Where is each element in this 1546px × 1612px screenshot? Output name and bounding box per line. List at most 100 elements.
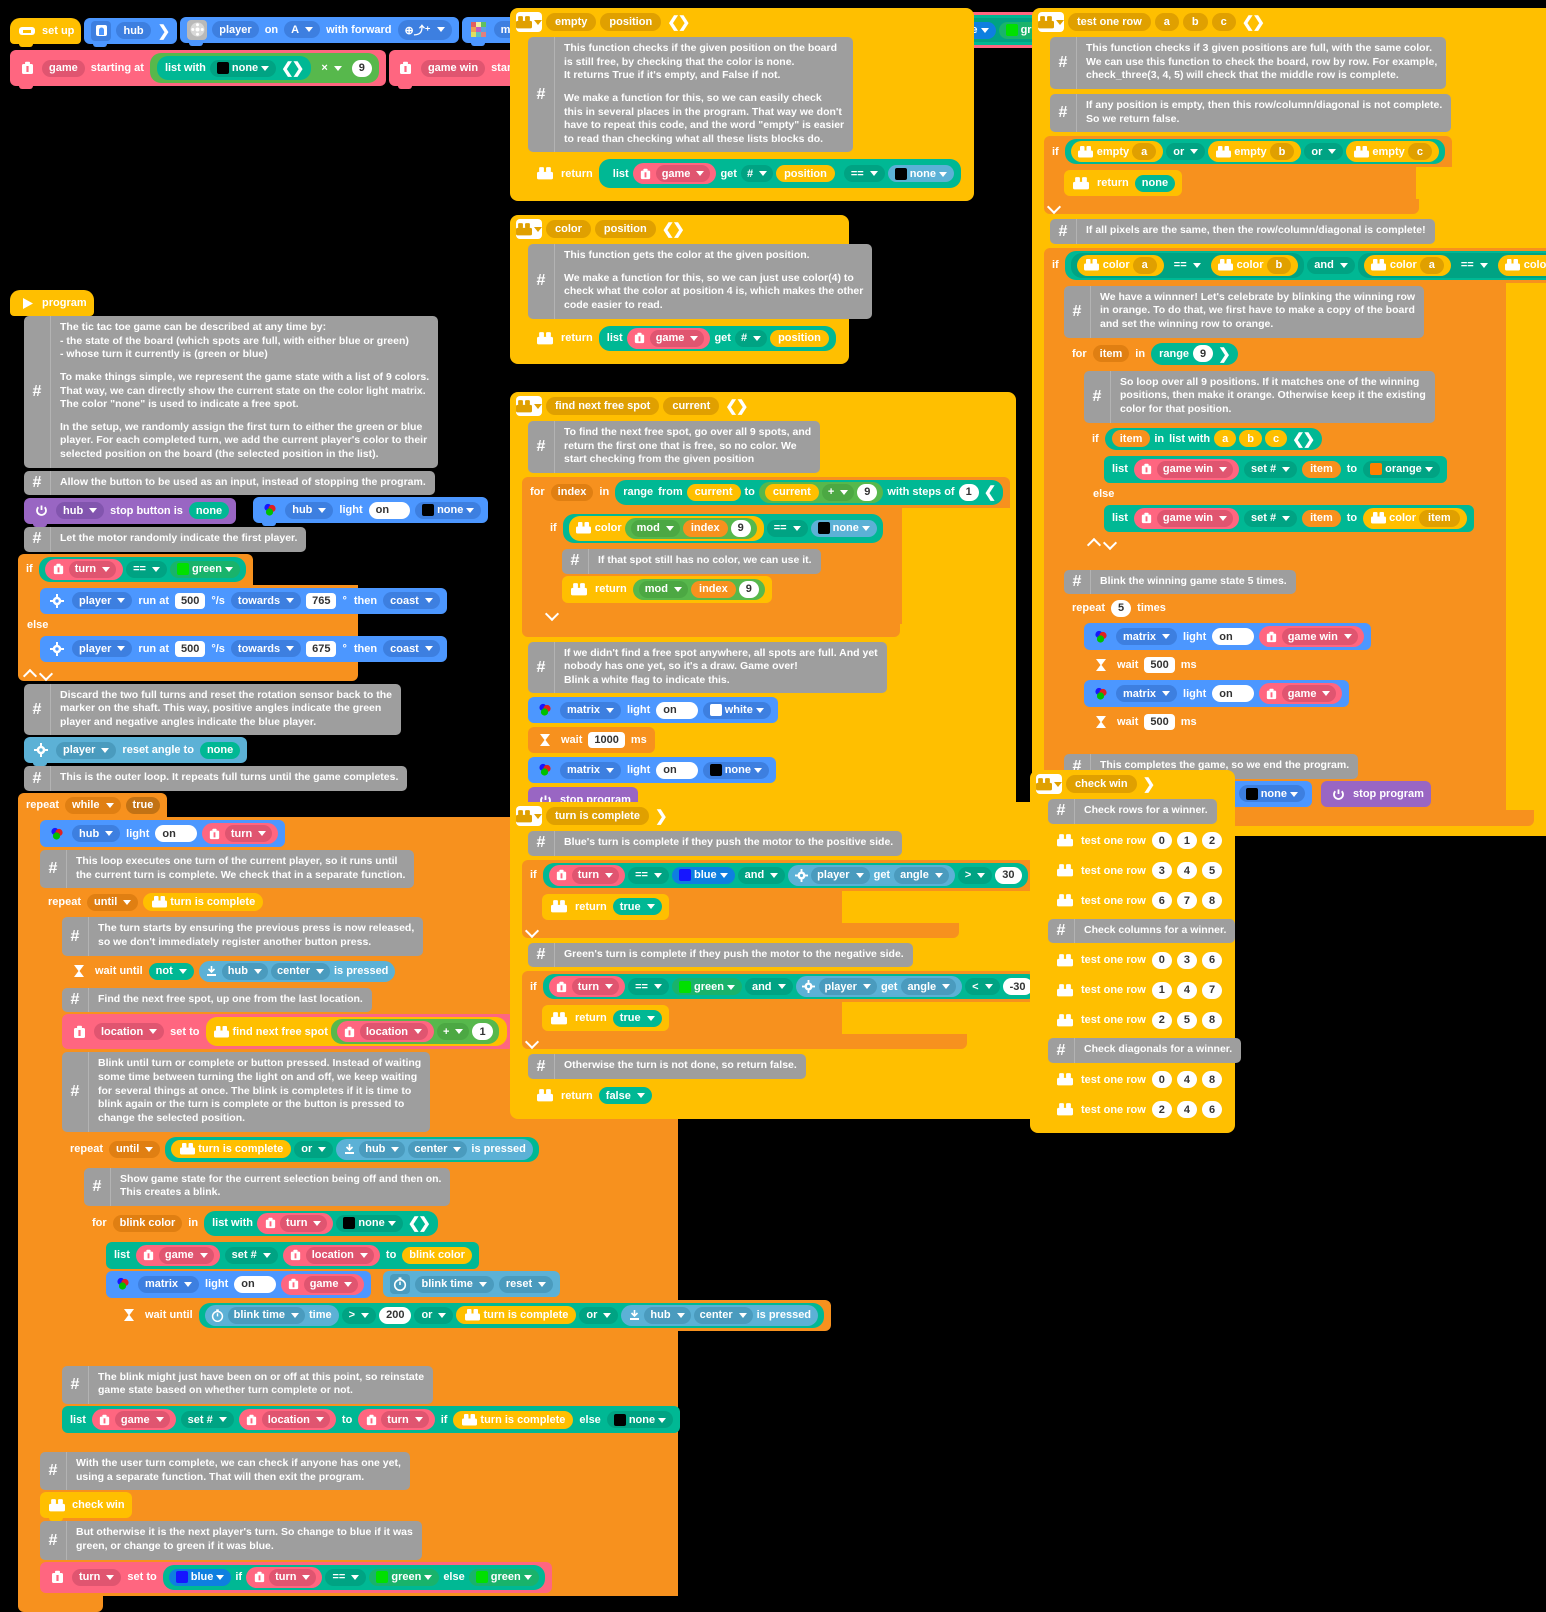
repeat-mode-dropdown[interactable]: until xyxy=(87,893,139,911)
matrix-target-dropdown[interactable]: matrix xyxy=(1116,685,1178,703)
turn-is-complete-call[interactable]: turn is complete xyxy=(171,1140,292,1159)
function-param-current[interactable]: current xyxy=(663,397,720,415)
loop-variable[interactable]: index xyxy=(550,483,594,501)
or-operator[interactable]: or xyxy=(414,1306,454,1324)
function-empty-header[interactable]: empty position ❮❯ xyxy=(516,12,690,32)
if-bar[interactable]: if turn == green xyxy=(18,553,253,585)
motor-dropdown[interactable]: player xyxy=(811,866,870,884)
arg-a[interactable]: 2 xyxy=(1151,1101,1172,1119)
motor-name-dropdown[interactable]: player xyxy=(72,592,133,610)
arg-a[interactable]: 6 xyxy=(1151,892,1172,910)
test-one-row-call-diag2[interactable]: test one row 2 4 6 xyxy=(1048,1096,1230,1123)
stop-mode-dropdown[interactable]: coast xyxy=(383,640,440,658)
turn-is-complete-call[interactable]: turn is complete xyxy=(453,1410,574,1429)
list-get-expression[interactable]: list game get # position xyxy=(605,161,841,187)
set-orange-block[interactable]: list game win set # item to orange xyxy=(1104,455,1447,483)
motor-run-block-1[interactable]: player run at 500 °/s towards 765 ° then… xyxy=(40,587,447,614)
multiply-operator[interactable]: × xyxy=(314,59,349,77)
add-param-icon[interactable]: ❮❯ xyxy=(660,220,685,238)
set-color-block[interactable]: list game win set # item to color item xyxy=(1104,504,1474,532)
and-operator[interactable]: and xyxy=(1307,256,1355,274)
arg-c[interactable]: 6 xyxy=(1202,951,1223,969)
turn-var-dropdown[interactable]: turn xyxy=(280,1214,328,1232)
game-variable[interactable]: game xyxy=(91,1409,176,1431)
or-operator[interactable]: or xyxy=(1166,143,1206,161)
for-item-bar[interactable]: for item in range 9 ❯ xyxy=(1064,339,1245,368)
add-number[interactable]: 1 xyxy=(472,1023,493,1041)
hub-light-turn-block[interactable]: hub light on turn xyxy=(40,820,286,848)
range-expression[interactable]: range 9 ❯ xyxy=(1151,342,1238,365)
program-hat-block[interactable]: program xyxy=(10,290,94,316)
reset-motor-dropdown[interactable]: player xyxy=(56,741,117,759)
setup-motor-port-dropdown[interactable]: A xyxy=(284,21,321,38)
wait-duration-input[interactable]: 1000 xyxy=(588,732,625,749)
function-icon[interactable] xyxy=(516,806,542,826)
turn-var-dropdown[interactable]: turn xyxy=(269,1568,317,1586)
test-one-row-call-diag1[interactable]: test one row 0 4 8 xyxy=(1048,1066,1230,1093)
none-label[interactable]: none xyxy=(833,522,870,534)
game-variable[interactable]: game xyxy=(280,1273,365,1295)
comparison-operator-2[interactable]: == xyxy=(1453,256,1495,274)
plus-operator[interactable]: + xyxy=(821,483,855,501)
param-a[interactable]: a xyxy=(1214,430,1237,448)
speed-input[interactable]: 500 xyxy=(174,592,206,609)
turn-is-complete-call[interactable]: turn is complete xyxy=(143,893,264,912)
function-test-row-header[interactable]: test one row a b c ❮❯ xyxy=(1038,12,1265,32)
color-none-item[interactable]: none xyxy=(209,59,277,77)
or-expression[interactable]: blink time time > 200 or turn is complet… xyxy=(198,1302,825,1328)
param-b[interactable]: b xyxy=(1269,143,1295,161)
and-expression[interactable]: color a == color b and color a == colo xyxy=(1064,250,1546,280)
reset-angle-block[interactable]: player reset angle to none xyxy=(24,737,248,767)
if-color-footer[interactable] xyxy=(542,605,842,621)
white-label[interactable]: white xyxy=(725,704,764,716)
location-variable[interactable]: location xyxy=(238,1409,336,1431)
expand-down-icon[interactable] xyxy=(526,923,539,936)
turn-var-dropdown[interactable]: turn xyxy=(68,560,117,578)
gamewin-variable[interactable]: game win xyxy=(1133,458,1240,480)
game-var-dropdown[interactable]: game xyxy=(1281,685,1337,703)
turn-var-dropdown[interactable]: turn xyxy=(224,825,273,843)
none-color-item[interactable]: none xyxy=(887,165,954,183)
arg-c[interactable]: 2 xyxy=(1202,832,1223,850)
none-label[interactable]: none xyxy=(910,168,947,180)
fn-color-return-block[interactable]: return list game get # position xyxy=(528,322,843,354)
empty-call-b[interactable]: empty b xyxy=(1208,141,1302,163)
game-variable[interactable]: game xyxy=(135,1244,220,1266)
list-set-blink-block[interactable]: list game set # location to blink color xyxy=(106,1241,479,1269)
setup-var-game[interactable]: game starting at list with none ❮❯ × 9 xyxy=(10,50,386,89)
mod-operator[interactable]: mod xyxy=(638,580,689,598)
if-bar[interactable]: if empty a or empty b or empty c xyxy=(1044,136,1452,168)
arg-b[interactable]: 5 xyxy=(1176,1011,1198,1029)
speed-input[interactable]: 500 xyxy=(174,640,206,657)
arg-b[interactable]: 4 xyxy=(1176,981,1198,999)
return-true-block-1[interactable]: return true xyxy=(542,893,669,920)
expand-down-icon[interactable] xyxy=(546,606,559,619)
return-none-block[interactable]: return none xyxy=(1064,170,1183,197)
none-color-item[interactable]: none xyxy=(810,519,877,537)
repeat-count[interactable]: 9 xyxy=(351,59,372,77)
arg-c[interactable]: 5 xyxy=(1202,862,1223,880)
function-param-position[interactable]: position xyxy=(600,13,662,31)
green-label[interactable]: green xyxy=(391,1571,432,1583)
blue-label[interactable]: blue xyxy=(191,1571,225,1583)
color-none-label[interactable]: none xyxy=(232,62,269,74)
hub-light-block[interactable]: hub light on none xyxy=(253,497,489,527)
index-mode-dropdown[interactable]: # xyxy=(734,329,768,347)
stop-mode-dropdown[interactable]: coast xyxy=(383,592,440,610)
white-color-item[interactable]: white xyxy=(702,701,771,719)
turn-variable[interactable]: turn xyxy=(548,976,626,998)
collapse-up-icon[interactable] xyxy=(24,666,37,679)
towards-dropdown[interactable]: towards xyxy=(230,640,302,658)
loop-variable[interactable]: item xyxy=(1092,345,1130,363)
setup-hub-block[interactable]: hub ❯ xyxy=(84,17,178,47)
angle-input[interactable]: 675 xyxy=(306,640,337,657)
greater-than-operator[interactable]: > xyxy=(341,1306,377,1324)
if-footer[interactable] xyxy=(18,664,358,681)
none-color-item[interactable]: none xyxy=(702,761,769,779)
threshold-number[interactable]: 200 xyxy=(379,1306,412,1324)
list-repeat-expression[interactable]: list with none ❮❯ × 9 xyxy=(149,53,379,83)
return-false-block[interactable]: return false xyxy=(528,1082,659,1109)
function-color-header[interactable]: color position ❮❯ xyxy=(516,219,685,239)
none-label[interactable]: none xyxy=(358,1217,395,1229)
arg-c[interactable]: 8 xyxy=(1202,892,1223,910)
